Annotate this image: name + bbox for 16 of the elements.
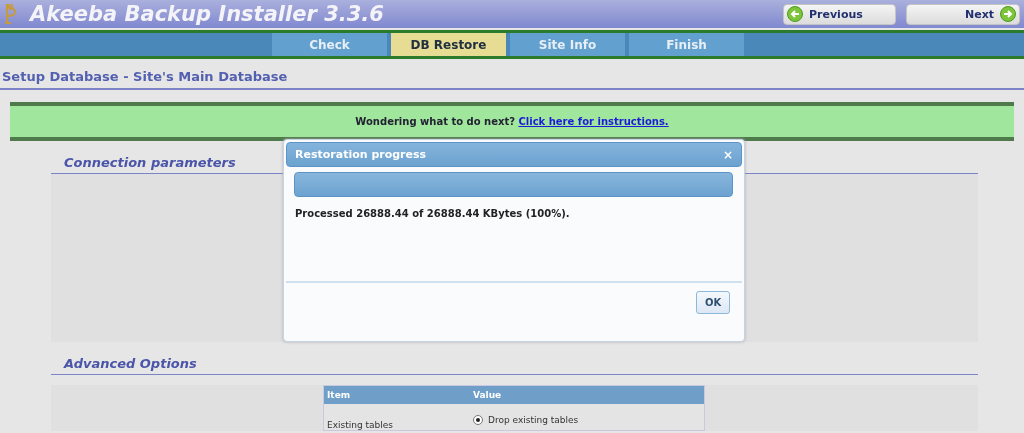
logo-icon: [4, 3, 18, 25]
next-button[interactable]: Next: [906, 3, 1020, 25]
section-title: Advanced Options: [51, 356, 978, 375]
column-header: Value: [470, 385, 705, 404]
instructions-link[interactable]: Click here for instructions.: [518, 116, 669, 127]
table-cell: Existing tables: [323, 404, 470, 431]
radio-button[interactable]: [473, 415, 483, 425]
ok-button[interactable]: OK: [696, 291, 730, 314]
app-title: Akeeba Backup Installer 3.3.6: [30, 2, 384, 26]
page-title: Setup Database - Site's Main Database: [0, 59, 1024, 90]
step-tab[interactable]: DB Restore: [391, 33, 506, 56]
radio-label: Drop existing tables: [488, 415, 579, 425]
previous-button[interactable]: Previous: [783, 3, 896, 25]
notice-text: Wondering what to do next? Click here for instructions.: [355, 116, 669, 127]
column-header: Item: [323, 385, 470, 404]
progress-message: Processed 26888.44 of 26888.44 KBytes (100%).: [295, 208, 571, 221]
